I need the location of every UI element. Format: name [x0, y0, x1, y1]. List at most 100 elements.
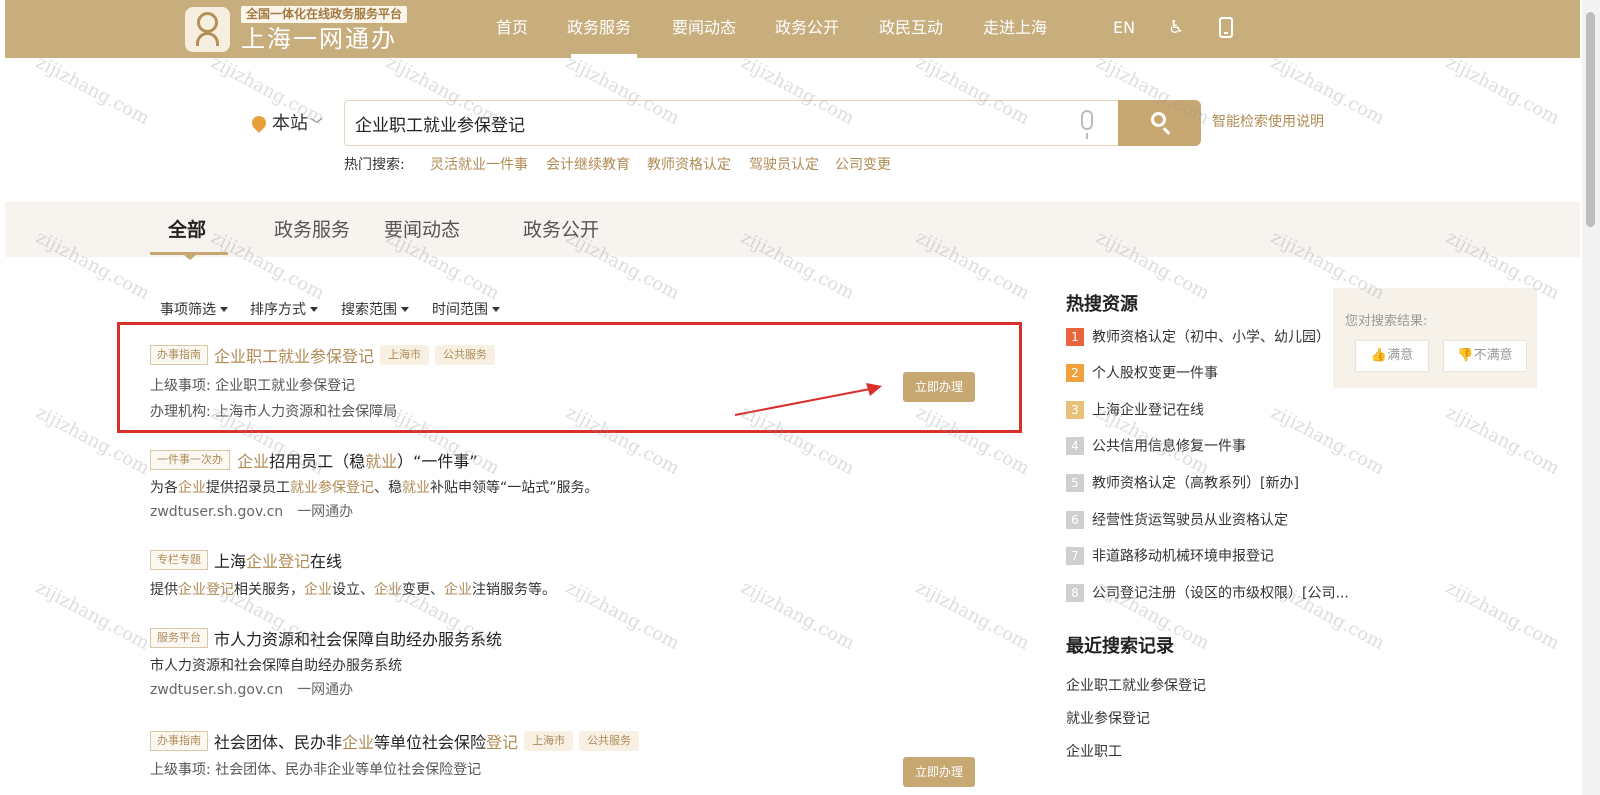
- tab-all[interactable]: 全部: [168, 218, 206, 242]
- result-item: 办事指南 社会团体、民办非企业等单位社会保险登记 上海市 公共服务 上级事项: 社会团…: [150, 729, 1010, 783]
- title-highlight: 企业登记: [246, 552, 311, 571]
- search-help-link[interactable]: 智能检索使用说明: [1212, 112, 1324, 132]
- nav-disclosure[interactable]: 政务公开: [775, 18, 839, 38]
- desc-text: 设立、: [332, 582, 374, 598]
- filter-scope[interactable]: 搜索范围: [341, 299, 409, 319]
- title-text: 上海: [214, 552, 247, 571]
- desc-text: 补贴申领等“一站式”服务。: [430, 480, 599, 496]
- recent-search-item[interactable]: 企业职工就业参保登记: [1066, 675, 1206, 695]
- hot-keyword[interactable]: 驾驶员认定: [749, 154, 819, 174]
- hot-item-label: 个人股权变更一件事: [1092, 365, 1218, 382]
- hot-item[interactable]: 7 非道路移动机械环境申报登记: [1066, 545, 1274, 566]
- rank-badge: 5: [1066, 473, 1084, 492]
- rank-badge: 6: [1066, 510, 1084, 529]
- chevron-down-icon: ﹀: [310, 118, 324, 133]
- nav-news[interactable]: 要闻动态: [672, 18, 736, 38]
- hot-item-label: 公司登记注册（设区的市级权限）[公司...: [1092, 585, 1349, 602]
- desc-highlight: 企业: [444, 582, 472, 598]
- unsatisfied-button[interactable]: 👎不满意: [1443, 340, 1527, 372]
- title-text: 社会团体、民办非: [214, 733, 343, 752]
- search-box: [344, 100, 1120, 146]
- hot-item-label: 教师资格认定（高教系列）[新办]: [1092, 475, 1299, 492]
- watermark: zijizhang.com: [1442, 576, 1563, 655]
- hot-item-label: 非道路移动机械环境申报登记: [1092, 548, 1274, 565]
- recent-search-item[interactable]: 就业参保登记: [1066, 708, 1150, 728]
- filter-label: 搜索范围: [341, 302, 397, 318]
- hot-keyword[interactable]: 教师资格认定: [647, 154, 731, 174]
- hot-item[interactable]: 8 公司登记注册（设区的市级权限）[公司...: [1066, 582, 1349, 603]
- result-type-tag: 办事指南: [150, 731, 208, 751]
- rank-badge: 1: [1066, 327, 1084, 346]
- filter-sort[interactable]: 排序方式: [250, 299, 318, 319]
- desc-highlight: 就业参保登记: [290, 480, 374, 496]
- title-highlight: 就业: [365, 452, 398, 471]
- desc-highlight: 企业: [374, 582, 402, 598]
- result-type-tag: 服务平台: [150, 628, 208, 648]
- apply-now-button[interactable]: 立即办理: [903, 757, 975, 787]
- filter-time[interactable]: 时间范围: [432, 299, 500, 319]
- desc-text: 注销服务等。: [472, 582, 556, 598]
- language-switch[interactable]: EN: [1113, 18, 1135, 38]
- hot-item[interactable]: 1 教师资格认定（初中、小学、幼儿园）: [1066, 326, 1330, 347]
- recent-search-item[interactable]: 企业职工: [1066, 741, 1122, 761]
- caret-down-icon: [220, 307, 228, 312]
- rank-badge: 3: [1066, 400, 1084, 419]
- result-source: zwdtuser.sh.gov.cn 一网通办: [150, 500, 1010, 524]
- logo-title[interactable]: 上海一网通办: [241, 24, 397, 54]
- hot-item[interactable]: 2 个人股权变更一件事: [1066, 362, 1218, 383]
- hot-keyword[interactable]: 会计继续教育: [546, 154, 630, 174]
- page-scrollbar[interactable]: [1582, 0, 1600, 795]
- logo-icon[interactable]: [185, 7, 230, 52]
- result-title[interactable]: 市人力资源和社会保障自助经办服务系统: [214, 630, 502, 649]
- tab-disclosure[interactable]: 政务公开: [523, 218, 599, 242]
- result-url[interactable]: zwdtuser.sh.gov.cn: [150, 682, 283, 698]
- hot-item[interactable]: 4 公共信用信息修复一件事: [1066, 435, 1246, 456]
- accessibility-icon[interactable]: ♿: [1168, 17, 1184, 39]
- result-title[interactable]: 上海企业登记在线: [214, 552, 342, 571]
- result-item: 一件事一次办 企业招用员工（稳就业）“一件事” 为各企业提供招录员工就业参保登记…: [150, 448, 1010, 524]
- result-url[interactable]: zwdtuser.sh.gov.cn: [150, 504, 283, 520]
- hot-item[interactable]: 3 上海企业登记在线: [1066, 399, 1204, 420]
- hot-item[interactable]: 5 教师资格认定（高教系列）[新办]: [1066, 472, 1299, 493]
- microphone-icon[interactable]: [1081, 110, 1093, 139]
- title-text: 招用员工（稳: [269, 452, 366, 471]
- search-icon: [1151, 112, 1166, 127]
- title-text: 等单位社会保险: [374, 733, 487, 752]
- desc-text: 提供: [150, 582, 178, 598]
- hot-item-label: 上海企业登记在线: [1092, 402, 1204, 419]
- filter-item-type[interactable]: 事项筛选: [160, 299, 228, 319]
- result-title[interactable]: 社会团体、民办非企业等单位社会保险登记: [214, 733, 518, 752]
- hot-keyword[interactable]: 灵活就业一件事: [430, 154, 528, 174]
- filter-label: 时间范围: [432, 302, 488, 318]
- location-pin-icon: [249, 113, 269, 133]
- filter-label: 事项筛选: [160, 302, 216, 318]
- watermark: zijizhang.com: [32, 51, 153, 130]
- hot-item[interactable]: 6 经营性货运驾驶员从业资格认定: [1066, 509, 1288, 530]
- scroll-thumb[interactable]: [1586, 12, 1595, 227]
- nav-active-indicator: [571, 54, 637, 58]
- tab-services[interactable]: 政务服务: [274, 218, 350, 242]
- desc-highlight: 企业: [178, 480, 206, 496]
- logo-subtitle: 全国一体化在线政务服务平台: [241, 6, 408, 23]
- nav-interaction[interactable]: 政民互动: [879, 18, 943, 38]
- search-input[interactable]: [355, 101, 1055, 145]
- nav-home[interactable]: 首页: [496, 18, 528, 38]
- result-title[interactable]: 企业招用员工（稳就业）“一件事”: [237, 452, 478, 471]
- recent-search-title: 最近搜索记录: [1066, 636, 1174, 657]
- caret-down-icon: [401, 307, 409, 312]
- tab-active-caret: [184, 255, 196, 260]
- nav-services[interactable]: 政务服务: [567, 18, 631, 38]
- hot-keyword[interactable]: 公司变更: [835, 154, 891, 174]
- tab-news[interactable]: 要闻动态: [384, 218, 460, 242]
- search-button[interactable]: [1118, 100, 1201, 146]
- site-scope-select[interactable]: 本站 ﹀: [249, 112, 324, 138]
- nav-about-shanghai[interactable]: 走进上海: [983, 18, 1047, 38]
- result-source-name: 一网通办: [297, 504, 354, 520]
- caret-down-icon: [310, 307, 318, 312]
- desc-text: 提供招录员工: [206, 480, 290, 496]
- rank-badge: 8: [1066, 583, 1084, 602]
- desc-text: 相关服务，: [234, 582, 304, 598]
- desc-highlight: 企业: [304, 582, 332, 598]
- satisfied-button[interactable]: 👍满意: [1355, 340, 1429, 372]
- mobile-icon[interactable]: [1219, 17, 1233, 38]
